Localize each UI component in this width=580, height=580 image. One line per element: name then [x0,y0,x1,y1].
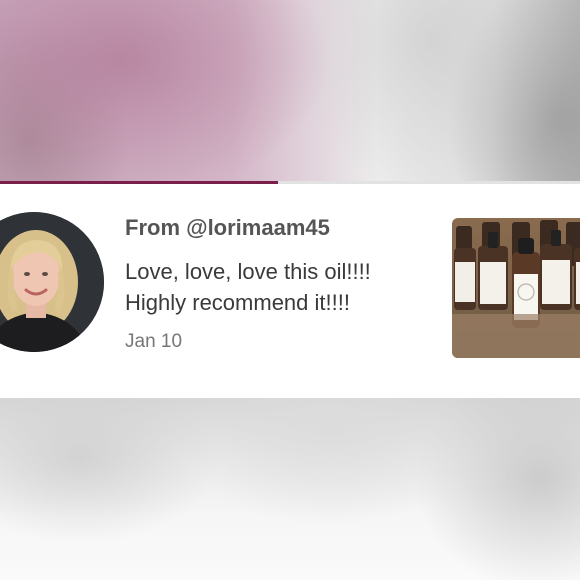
review-author[interactable]: From @lorimaam45 [125,215,330,241]
blurred-background-bottom [0,398,580,580]
review-message: Love, love, love this oil!!!! Highly rec… [125,259,371,315]
blurred-background-top [0,0,580,182]
review-card[interactable]: From @lorimaam45 Love, love, love this o… [0,184,580,398]
reviewer-avatar-image [0,212,104,352]
reviewer-avatar[interactable] [0,212,104,352]
story-viewer: From @lorimaam45 Love, love, love this o… [0,0,580,580]
product-thumbnail[interactable] [452,218,580,358]
product-bottles-image [452,218,580,358]
review-date: Jan 10 [125,331,183,352]
